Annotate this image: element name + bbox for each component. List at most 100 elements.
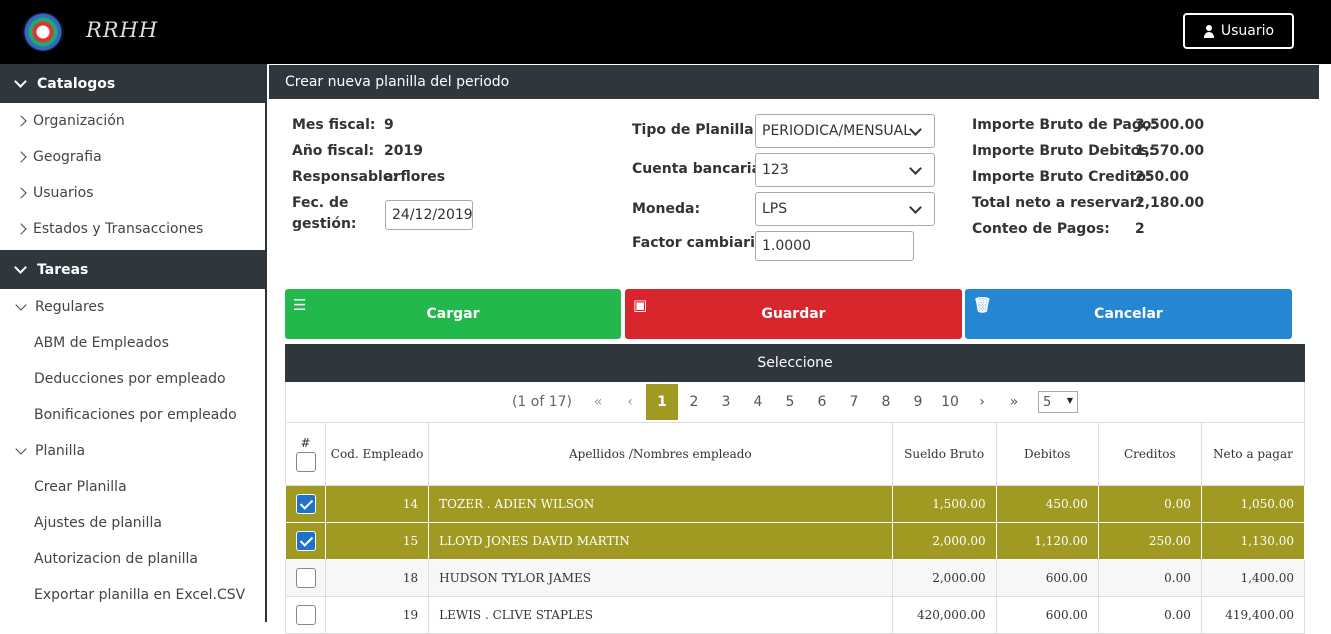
page-10[interactable]: 10 <box>934 384 966 420</box>
tipo-planilla-select[interactable]: PERIODICA/MENSUAL <box>755 114 935 148</box>
col-codigo[interactable]: Cod. Empleado <box>325 422 430 486</box>
first-page-icon[interactable]: « <box>582 384 614 420</box>
cuenta-bancaria-label: Cuenta bancaria: <box>632 161 767 177</box>
top-bar: RRHH Usuario <box>0 0 1331 64</box>
page-6[interactable]: 6 <box>806 384 838 420</box>
cell-nombre: TOZER . ADIEN WILSON <box>428 485 893 523</box>
row-checkbox[interactable] <box>295 494 316 514</box>
factor-cambiario-input[interactable]: 1.0000 <box>755 231 914 261</box>
cell-nombre: LLOYD JONES DAVID MARTIN <box>428 522 893 560</box>
save-icon: ▣ <box>633 296 648 314</box>
table-row[interactable]: 18 HUDSON TYLOR JAMES 2,000.00 600.00 0.… <box>284 559 1306 597</box>
sidebar-item-organizacion[interactable]: Organización <box>0 103 265 139</box>
page-7[interactable]: 7 <box>838 384 870 420</box>
sidebar-item-exportar-planilla[interactable]: Exportar planilla en Excel.CSV <box>0 577 265 613</box>
cell-codigo: 18 <box>325 559 430 597</box>
cancelar-button[interactable]: 🗑 Cancelar <box>965 289 1292 339</box>
chevron-down-icon <box>14 260 27 274</box>
col-select: # <box>284 422 327 486</box>
cuenta-bancaria-value: 123 <box>762 162 789 178</box>
cell-debitos: 1,120.00 <box>995 522 1099 560</box>
sidebar-section-tareas[interactable]: Tareas <box>0 250 265 289</box>
page-8[interactable]: 8 <box>870 384 902 420</box>
sidebar-group-label: Planilla <box>35 443 86 459</box>
rows-per-page-select[interactable]: 5 <box>1038 391 1079 413</box>
cell-nombre: LEWIS . CLIVE STAPLES <box>428 596 893 634</box>
chevron-down-icon <box>15 442 27 455</box>
col-sueldo-bruto[interactable]: Sueldo Bruto <box>891 422 997 486</box>
cell-nombre: HUDSON TYLOR JAMES <box>428 559 893 597</box>
cell-bruto: 420,000.00 <box>891 596 997 634</box>
main-panel: Crear nueva planilla del periodo Mes fis… <box>269 64 1319 634</box>
last-page-icon[interactable]: » <box>998 384 1030 420</box>
cell-creditos: 0.00 <box>1097 559 1202 597</box>
page-3[interactable]: 3 <box>710 384 742 420</box>
conteo-pagos-value: 2 <box>1135 221 1145 237</box>
table-row[interactable]: 19 LEWIS . CLIVE STAPLES 420,000.00 600.… <box>284 596 1306 634</box>
row-checkbox[interactable] <box>295 605 316 625</box>
chevron-down-icon <box>909 201 922 214</box>
sidebar-item-estados[interactable]: Estados y Transacciones <box>0 211 265 247</box>
col-neto[interactable]: Neto a pagar <box>1200 422 1306 486</box>
row-select-cell <box>284 596 327 634</box>
sidebar-item-crear-planilla[interactable]: Crear Planilla <box>0 469 265 505</box>
select-all-checkbox[interactable] <box>295 452 316 472</box>
page-2[interactable]: 2 <box>678 384 710 420</box>
row-select-cell <box>284 522 327 560</box>
table-row[interactable]: 14 TOZER . ADIEN WILSON 1,500.00 450.00 … <box>284 485 1306 523</box>
chevron-down-icon <box>14 74 27 88</box>
cargar-label: Cargar <box>426 306 480 322</box>
col-nombre[interactable]: Apellidos /Nombres empleado <box>428 422 893 486</box>
sidebar-item-geografia[interactable]: Geografia <box>0 139 265 175</box>
sidebar-group-planilla[interactable]: Planilla <box>0 433 265 469</box>
chevron-right-icon <box>15 151 27 163</box>
sidebar-item-ajustes-planilla[interactable]: Ajustes de planilla <box>0 505 265 541</box>
bruto-pago-value: 3,500.00 <box>1135 117 1205 133</box>
payroll-table: # Cod. Empleado Apellidos /Nombres emple… <box>284 422 1306 634</box>
moneda-select[interactable]: LPS <box>755 192 935 226</box>
cell-creditos: 0.00 <box>1097 485 1202 523</box>
cargar-button[interactable]: ☰ Cargar <box>285 289 621 339</box>
page-5[interactable]: 5 <box>774 384 806 420</box>
col-debitos[interactable]: Debitos <box>995 422 1099 486</box>
bruto-pago-label: Importe Bruto de Pago: <box>972 117 1158 133</box>
sidebar-item-label: Geografia <box>33 149 102 165</box>
sidebar-group-regulares[interactable]: Regulares <box>0 289 265 325</box>
tipo-planilla-value: PERIODICA/MENSUAL <box>762 123 912 139</box>
sidebar-item-bonificaciones[interactable]: Bonificaciones por empleado <box>0 397 265 433</box>
user-button-label: Usuario <box>1220 23 1275 39</box>
cell-creditos: 250.00 <box>1097 522 1202 560</box>
cell-neto: 1,400.00 <box>1200 559 1306 597</box>
bruto-debitos-label: Importe Bruto Debitos: <box>972 143 1155 159</box>
user-button[interactable]: Usuario <box>1183 13 1294 49</box>
page-count: (1 of 17) <box>511 394 573 410</box>
table-row[interactable]: 15 LLOYD JONES DAVID MARTIN 2,000.00 1,1… <box>284 522 1306 560</box>
row-checkbox[interactable] <box>295 568 316 588</box>
sidebar-item-label: Organización <box>33 113 125 129</box>
bruto-credito-label: Importe Bruto Credito: <box>972 169 1152 185</box>
total-neto-label: Total neto a reservar: <box>972 195 1143 211</box>
sidebar-section-catalogos[interactable]: Catalogos <box>0 64 265 103</box>
guardar-button[interactable]: ▣ Guardar <box>625 289 962 339</box>
app-logo-icon[interactable] <box>22 12 64 52</box>
mes-fiscal-value: 9 <box>384 117 394 133</box>
page-9[interactable]: 9 <box>902 384 934 420</box>
page-4[interactable]: 4 <box>742 384 774 420</box>
sidebar-item-deducciones[interactable]: Deducciones por empleado <box>0 361 265 397</box>
sidebar-item-usuarios[interactable]: Usuarios <box>0 175 265 211</box>
page-1[interactable]: 1 <box>646 384 679 420</box>
next-page-icon[interactable]: › <box>966 384 998 420</box>
chevron-right-icon <box>15 115 27 127</box>
fecha-label-line2: gestión: <box>292 216 357 232</box>
row-checkbox[interactable] <box>295 531 316 551</box>
fecha-gestion-input[interactable]: 24/12/2019 <box>385 200 473 230</box>
cell-bruto: 2,000.00 <box>891 522 997 560</box>
sidebar-item-abm-empleados[interactable]: ABM de Empleados <box>0 325 265 361</box>
sidebar-item-autorizacion-planilla[interactable]: Autorizacion de planilla <box>0 541 265 577</box>
sidebar-group-label: Regulares <box>35 299 105 315</box>
prev-page-icon[interactable]: ‹ <box>614 384 646 420</box>
bruto-debitos-value: 1,570.00 <box>1135 143 1205 159</box>
cell-neto: 419,400.00 <box>1200 596 1306 634</box>
cuenta-bancaria-select[interactable]: 123 <box>755 153 935 187</box>
col-creditos[interactable]: Creditos <box>1097 422 1202 486</box>
